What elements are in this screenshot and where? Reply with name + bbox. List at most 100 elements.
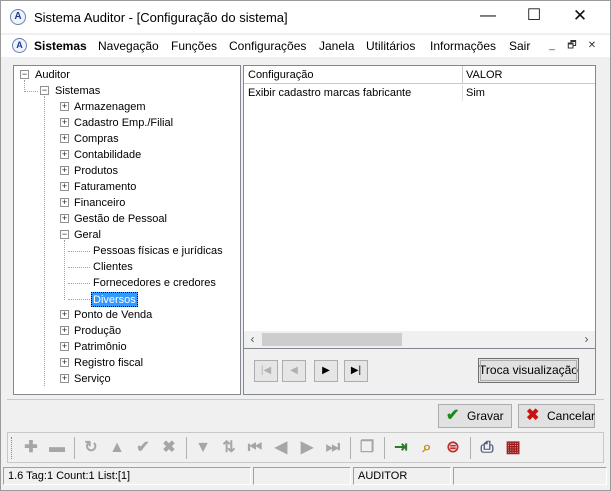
- table-row[interactable]: Exibir cadastro marcas fabricante Sim: [244, 85, 595, 101]
- tree-node-compras[interactable]: Compras: [74, 132, 119, 147]
- expand-toggle[interactable]: +: [60, 118, 69, 127]
- status-bar: 1.6 Tag:1 Count:1 List:[1] AUDITOR: [1, 465, 610, 490]
- cancel-edit-icon[interactable]: ✖: [158, 438, 180, 460]
- config-grid[interactable]: Configuração VALOR Exibir cadastro marca…: [243, 65, 596, 349]
- tree-node-ponto-de-venda[interactable]: Ponto de Venda: [74, 308, 152, 323]
- mdi-restore-button[interactable]: 🗗: [565, 40, 579, 53]
- module-tree[interactable]: − Auditor − Sistemas + Armazenagem + Cad…: [13, 65, 241, 395]
- expand-toggle[interactable]: +: [60, 310, 69, 319]
- tree-node-financeiro[interactable]: Financeiro: [74, 196, 125, 211]
- refresh-icon[interactable]: ↻: [80, 438, 102, 460]
- tree-node-contabilidade[interactable]: Contabilidade: [74, 148, 141, 163]
- tree-node-patrimonio[interactable]: Patrimônio: [74, 340, 127, 355]
- horizontal-scrollbar[interactable]: ‹ ›: [244, 331, 595, 348]
- add-icon[interactable]: ✚: [20, 438, 42, 460]
- scroll-right-icon[interactable]: ›: [578, 331, 595, 348]
- edit-up-icon[interactable]: ▲: [106, 438, 128, 460]
- expand-toggle[interactable]: +: [60, 182, 69, 191]
- export-icon[interactable]: ⇥: [390, 438, 412, 460]
- menu-navegacao[interactable]: Navegação: [98, 39, 159, 53]
- sort-icon[interactable]: ⇅: [218, 438, 240, 460]
- cancel-x-icon: ✖: [526, 407, 540, 424]
- menu-sistemas[interactable]: Sistemas: [34, 39, 87, 53]
- tree-node-faturamento[interactable]: Faturamento: [74, 180, 136, 195]
- expand-toggle[interactable]: +: [60, 134, 69, 143]
- status-user: AUDITOR: [353, 467, 451, 485]
- tree-node-sistemas[interactable]: Sistemas: [55, 84, 100, 99]
- scroll-left-icon[interactable]: ‹: [244, 331, 261, 348]
- prior-icon[interactable]: ◀: [270, 438, 292, 460]
- app-logo-icon[interactable]: A: [10, 9, 26, 25]
- menu-configuracoes[interactable]: Configurações: [229, 39, 306, 53]
- expand-toggle[interactable]: +: [60, 198, 69, 207]
- column-header-valor[interactable]: VALOR: [464, 66, 595, 84]
- tree-node-producao[interactable]: Produção: [74, 324, 121, 339]
- tree-node-cadastro-emp-filial[interactable]: Cadastro Emp./Filial: [74, 116, 173, 131]
- window-title: Sistema Auditor - [Configuração do siste…: [34, 10, 288, 25]
- menu-funcoes[interactable]: Funções: [171, 39, 217, 53]
- expand-toggle[interactable]: +: [60, 374, 69, 383]
- first-record-button[interactable]: |◀: [254, 360, 278, 382]
- menu-sair[interactable]: Sair: [509, 39, 530, 53]
- next-record-button[interactable]: ▶: [314, 360, 338, 382]
- tree-node-geral[interactable]: Geral: [74, 228, 101, 243]
- tree-node-gestao-de-pessoal[interactable]: Gestão de Pessoal: [74, 212, 167, 227]
- copy-icon[interactable]: ❐: [356, 438, 378, 460]
- menu-informacoes[interactable]: Informações: [430, 39, 496, 53]
- mdi-close-button[interactable]: ✕: [585, 40, 599, 53]
- maximize-button[interactable]: ☐: [511, 1, 557, 33]
- menu-utilitarios[interactable]: Utilitários: [366, 39, 415, 53]
- cancel-button[interactable]: ✖ Cancelar: [518, 404, 595, 428]
- filter-icon[interactable]: ▼: [192, 438, 214, 460]
- scroll-thumb[interactable]: [262, 333, 402, 346]
- last-icon[interactable]: ⏭: [322, 438, 344, 460]
- collapse-toggle-sistemas[interactable]: −: [40, 86, 49, 95]
- find-list-icon[interactable]: ⊜: [442, 438, 464, 460]
- report-icon[interactable]: ▦: [502, 438, 524, 460]
- tree-node-armazenagem[interactable]: Armazenagem: [74, 100, 146, 115]
- toggle-view-button[interactable]: Troca visualização: [478, 358, 579, 383]
- tree-node-produtos[interactable]: Produtos: [74, 164, 118, 179]
- toolbar-grip[interactable]: [11, 437, 14, 459]
- tree-node-auditor[interactable]: Auditor: [35, 68, 70, 83]
- post-check-icon[interactable]: ✔: [132, 438, 154, 460]
- mdi-minimize-button[interactable]: _: [545, 40, 559, 53]
- child-window-icon[interactable]: A: [12, 38, 27, 53]
- status-panel-2: [253, 467, 351, 485]
- column-header-configuracao[interactable]: Configuração: [244, 66, 463, 84]
- expand-toggle[interactable]: +: [60, 358, 69, 367]
- tree-node-servico[interactable]: Serviço: [74, 372, 111, 387]
- expand-toggle[interactable]: +: [60, 166, 69, 175]
- expand-toggle[interactable]: +: [60, 214, 69, 223]
- menu-bar: A Sistemas Navegação Funções Configuraçõ…: [1, 35, 610, 57]
- cell-configuracao[interactable]: Exibir cadastro marcas fabricante: [244, 85, 463, 101]
- title-bar: A Sistema Auditor - [Configuração do sis…: [1, 1, 610, 33]
- tree-node-pessoas-fisicas-juridicas[interactable]: Pessoas físicas e jurídicas: [93, 244, 223, 259]
- expand-toggle[interactable]: +: [60, 102, 69, 111]
- expand-toggle[interactable]: +: [60, 326, 69, 335]
- minimize-button[interactable]: —: [465, 1, 511, 33]
- remove-icon[interactable]: ▬: [46, 438, 68, 460]
- close-button[interactable]: ✕: [557, 1, 603, 33]
- grid-header: Configuração VALOR: [244, 66, 595, 84]
- expand-toggle[interactable]: +: [60, 150, 69, 159]
- status-panel-4: [453, 467, 607, 485]
- tree-node-clientes[interactable]: Clientes: [93, 260, 133, 275]
- collapse-toggle-auditor[interactable]: −: [20, 70, 29, 79]
- tree-node-diversos[interactable]: Diversos: [91, 292, 138, 307]
- checkmark-icon: ✔: [446, 407, 460, 424]
- last-record-button[interactable]: ▶|: [344, 360, 368, 382]
- menu-janela[interactable]: Janela: [319, 39, 354, 53]
- main-window: A Sistema Auditor - [Configuração do sis…: [0, 0, 611, 491]
- print-icon[interactable]: ⎙: [476, 438, 498, 460]
- tree-node-registro-fiscal[interactable]: Registro fiscal: [74, 356, 143, 371]
- save-button[interactable]: ✔ Gravar: [438, 404, 512, 428]
- expand-toggle[interactable]: +: [60, 342, 69, 351]
- cell-valor[interactable]: Sim: [464, 85, 595, 101]
- first-icon[interactable]: ⏮: [244, 438, 266, 460]
- folder-search-icon[interactable]: ⌕: [416, 438, 438, 460]
- prior-record-button[interactable]: ◀: [282, 360, 306, 382]
- tree-node-fornecedores-credores[interactable]: Fornecedores e credores: [93, 276, 216, 291]
- next-icon[interactable]: ▶: [296, 438, 318, 460]
- collapse-toggle-geral[interactable]: −: [60, 230, 69, 239]
